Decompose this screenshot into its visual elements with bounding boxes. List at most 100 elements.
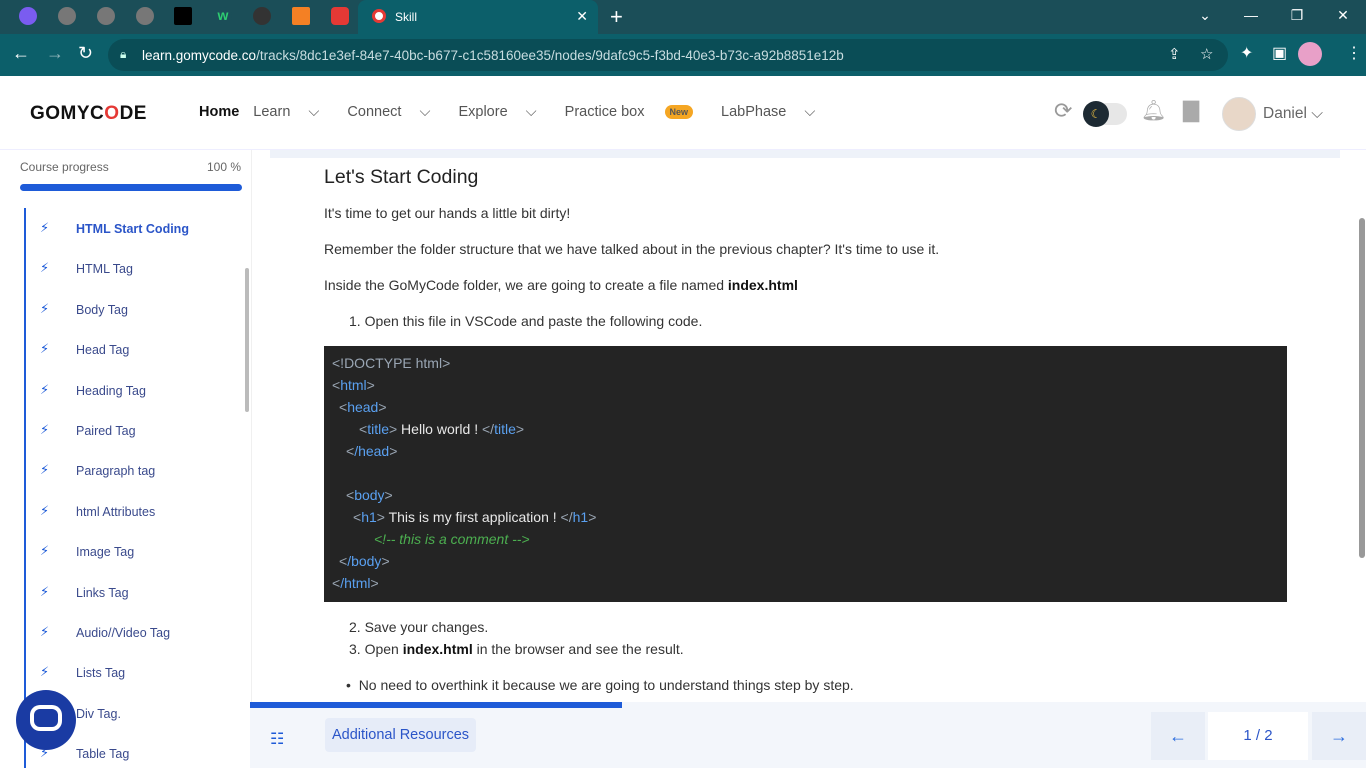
chevron-down-icon: ⌵: [525, 104, 537, 120]
lesson-item[interactable]: ⚡︎ html Attributes: [26, 491, 250, 531]
lesson-label: Paired Tag: [76, 423, 136, 438]
lightning-icon: ⚡︎: [40, 220, 50, 235]
course-sidebar: Course progress 100 % ⚡︎ HTML Start Codin…: [0, 150, 252, 768]
step-1: 1. Open this file in VSCode and paste th…: [349, 313, 703, 329]
lesson-item[interactable]: ⚡︎ HTML Tag: [26, 248, 250, 288]
tab-favicon-2[interactable]: [58, 7, 76, 25]
lesson-item[interactable]: ⚡︎ Audio//Video Tag: [26, 612, 250, 652]
tab-search-icon[interactable]: ⌄: [1182, 0, 1228, 34]
lesson-item[interactable]: ⚡︎ Image Tag: [26, 531, 250, 571]
chat-support-button[interactable]: [16, 690, 76, 750]
tab-favicon-1[interactable]: [19, 7, 37, 25]
share-icon[interactable]: ⇪: [1168, 45, 1181, 63]
bookmark-star-icon[interactable]: ☆: [1200, 45, 1213, 63]
lesson-list: ⚡︎ HTML Start Coding ⚡︎ HTML Tag ⚡︎ Body Tag ⚡…: [24, 208, 250, 768]
chevron-down-icon: ⌵: [308, 104, 320, 120]
code-line: <title> Hello world ! </title>: [359, 421, 525, 437]
restore-button[interactable]: ❐: [1274, 0, 1320, 34]
main-nav: Home Learn ⌵ Connect ⌵ Explore ⌵ Practic…: [199, 104, 843, 120]
app-header: GOMYCODE Home Learn ⌵ Connect ⌵ Explore …: [0, 76, 1366, 150]
page-indicator: 1 / 2: [1208, 712, 1308, 760]
lesson-item[interactable]: ⚡︎ Body Tag: [26, 289, 250, 329]
nav-explore[interactable]: Explore ⌵: [458, 104, 550, 120]
arrow-right-icon[interactable]: →: [1312, 712, 1366, 760]
nav-learn[interactable]: Learn ⌵: [253, 104, 333, 120]
forward-arrow-icon[interactable]: →: [46, 43, 64, 64]
lesson-item[interactable]: ⚡︎ Lists Tag: [26, 652, 250, 692]
code-line: </html>: [332, 575, 379, 591]
lesson-item[interactable]: ⚡︎ HTML Start Coding: [26, 208, 250, 248]
moon-icon: ☾: [1083, 101, 1109, 127]
tab-close-icon[interactable]: ✕: [576, 8, 588, 25]
lesson-item[interactable]: ⚡︎ Links Tag: [26, 572, 250, 612]
lightning-icon: ⚡︎: [40, 543, 50, 559]
minimize-button[interactable]: —: [1228, 0, 1274, 34]
lightning-icon: ⚡︎: [40, 664, 50, 680]
lesson-label: Head Tag: [76, 343, 130, 358]
gomycode-favicon-icon: [372, 9, 386, 23]
browser-profile-avatar[interactable]: [1298, 42, 1322, 66]
tab-active[interactable]: Skill ✕: [358, 0, 598, 34]
nav-labphase[interactable]: LabPhase ⌵: [721, 104, 829, 120]
reload-icon[interactable]: ↻: [78, 43, 93, 64]
lesson-label: Paragraph tag: [76, 464, 156, 479]
lesson-label: Audio//Video Tag: [76, 625, 171, 640]
additional-resources-button[interactable]: Additional Resources: [325, 718, 477, 752]
chevron-down-icon: ⌵: [419, 104, 431, 120]
sync-icon[interactable]: ⟳: [1054, 98, 1072, 124]
close-window-button[interactable]: ✕: [1320, 0, 1366, 34]
lesson-label: Body Tag: [76, 302, 128, 317]
new-tab-button[interactable]: +: [610, 4, 623, 30]
nav-practice-box[interactable]: Practice box New: [565, 104, 707, 120]
content-scrollbar[interactable]: [1359, 218, 1365, 558]
extensions-icon[interactable]: ✦: [1240, 43, 1253, 63]
paragraph-1: It's time to get our hands a little bit …: [324, 205, 571, 221]
tab-favicon-3[interactable]: [97, 7, 115, 25]
dark-mode-toggle[interactable]: ☾: [1083, 101, 1127, 127]
address-bar[interactable]: 🔒︎ learn.gomycode.co/tracks/8dc1e3ef-84e…: [108, 39, 1228, 71]
tab-favicon-9[interactable]: [331, 7, 349, 25]
lesson-label: Table Tag: [76, 747, 130, 762]
arrow-left-icon[interactable]: ←: [1151, 712, 1205, 760]
sidebar-scrollbar[interactable]: [245, 268, 249, 412]
lightning-icon: ⚡︎: [40, 381, 50, 397]
bullet-1: • No need to overthink it because we are…: [346, 677, 854, 693]
lesson-item[interactable]: ⚡︎ Paragraph tag: [26, 450, 250, 490]
notification-bell-icon[interactable]: 🔔︎: [1141, 98, 1166, 123]
user-avatar[interactable]: [1222, 97, 1256, 131]
lesson-item[interactable]: ⚡︎ Head Tag: [26, 329, 250, 369]
browser-menu-icon[interactable]: ⋮: [1346, 43, 1362, 63]
tab-favicon-4[interactable]: [136, 7, 154, 25]
lesson-item[interactable]: ⚡︎ Paired Tag: [26, 410, 250, 450]
back-arrow-icon[interactable]: ←: [12, 43, 30, 64]
chevron-down-icon: ⌵: [1311, 105, 1324, 122]
nav-home[interactable]: Home: [199, 104, 239, 120]
lesson-progress-bar: [250, 702, 622, 708]
browser-toolbar: ← → ↻ 🔒︎ learn.gomycode.co/tracks/8dc1e3…: [0, 34, 1366, 76]
lesson-content: Let's Start Coding It's time to get our …: [252, 150, 1358, 702]
lightning-icon: ⚡︎: [40, 260, 50, 276]
paragraph-2: Remember the folder structure that we ha…: [324, 241, 940, 257]
code-comment: <!-- this is a comment -->: [374, 531, 530, 547]
side-panel-icon[interactable]: ▣: [1272, 43, 1287, 63]
lightning-icon: ⚡︎: [40, 502, 50, 518]
lesson-item[interactable]: ⚡︎ Heading Tag: [26, 370, 250, 410]
step-2: 2. Save your changes.: [349, 619, 489, 635]
lesson-label: HTML Start Coding: [76, 222, 189, 236]
tab-favicon-8[interactable]: [292, 7, 310, 25]
code-line: </head>: [346, 443, 398, 459]
nav-connect[interactable]: Connect ⌵: [347, 104, 444, 120]
tab-favicon-7[interactable]: [253, 7, 271, 25]
lightning-icon: ⚡︎: [40, 421, 50, 437]
gomycode-logo[interactable]: GOMYCODE: [30, 103, 147, 125]
tab-favicon-dev[interactable]: [174, 7, 192, 25]
code-line: <html>: [332, 377, 375, 393]
user-menu[interactable]: Daniel ⌵: [1263, 105, 1323, 123]
code-line: <!DOCTYPE html>: [332, 355, 451, 371]
course-progress-value: 100 %: [206, 160, 241, 174]
table-of-contents-icon[interactable]: ☷: [270, 729, 284, 749]
tab-favicon-w[interactable]: w: [214, 7, 232, 25]
lightning-icon: ⚡︎: [40, 341, 50, 357]
course-progress-bar: [20, 184, 242, 191]
messages-icon[interactable]: ▇: [1183, 98, 1199, 123]
